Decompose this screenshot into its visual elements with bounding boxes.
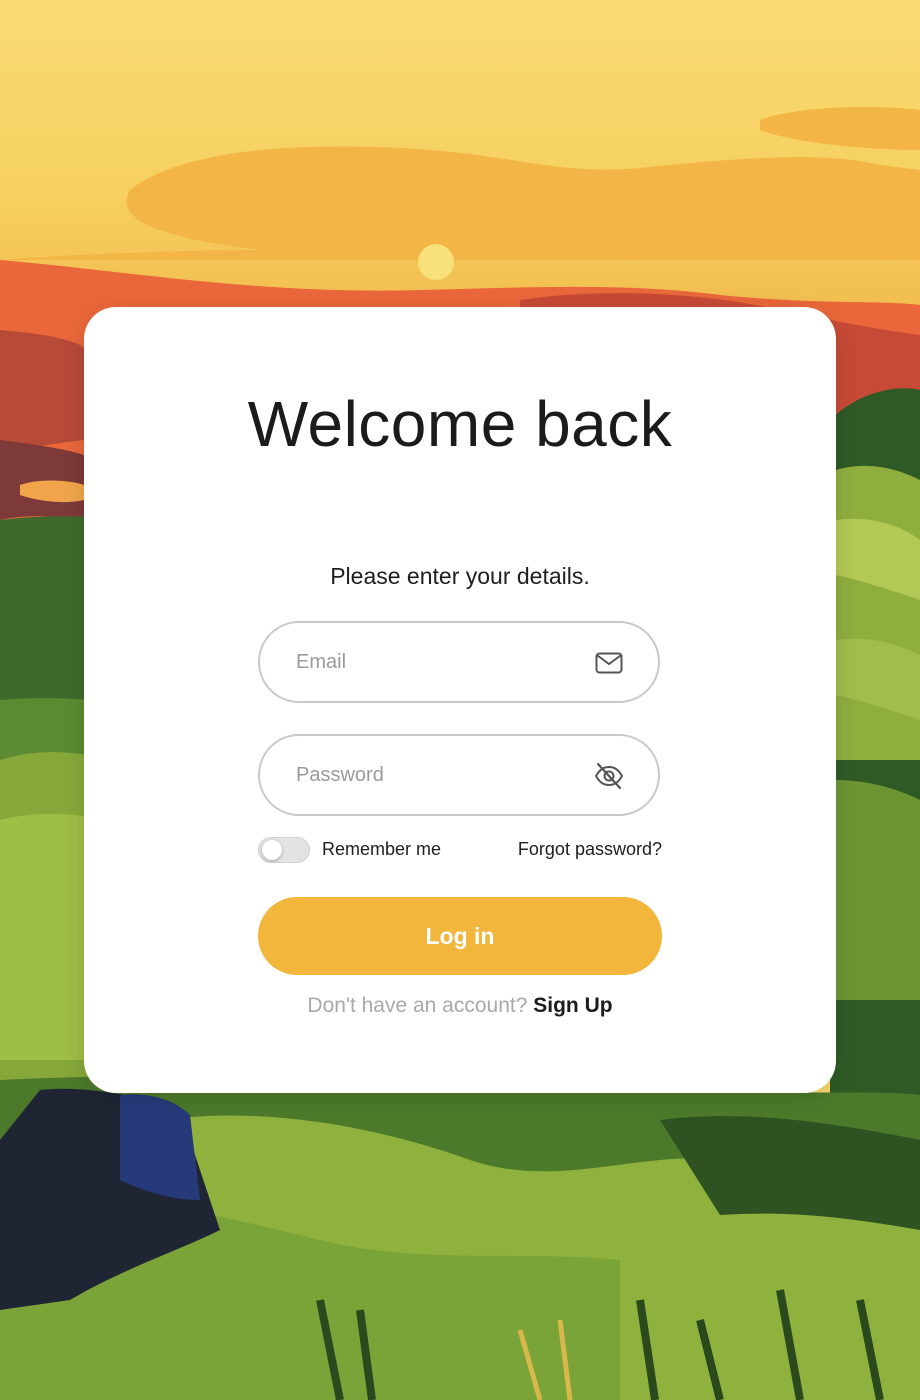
eye-off-icon[interactable] <box>594 761 624 791</box>
password-field-wrapper <box>258 734 660 816</box>
signup-link[interactable]: Sign Up <box>533 994 612 1017</box>
signup-prompt: Don't have an account? <box>307 994 528 1017</box>
login-button[interactable]: Log in <box>258 897 662 975</box>
signup-row: Don't have an account? Sign Up <box>84 994 836 1018</box>
remember-me-label: Remember me <box>322 839 442 859</box>
forgot-password-link[interactable]: Forgot password? <box>518 839 662 860</box>
email-field[interactable] <box>296 623 586 701</box>
email-field-wrapper <box>258 621 660 703</box>
login-card: Welcome back Please enter your details. … <box>84 307 836 1093</box>
subtitle: Please enter your details. <box>330 563 590 589</box>
page-title: Welcome back <box>247 388 673 460</box>
login-options: Remember me Forgot password? <box>258 836 662 866</box>
toggle-knob <box>262 840 282 860</box>
mail-icon <box>594 648 624 678</box>
remember-me-toggle[interactable] <box>258 837 310 863</box>
password-field[interactable] <box>296 736 586 814</box>
